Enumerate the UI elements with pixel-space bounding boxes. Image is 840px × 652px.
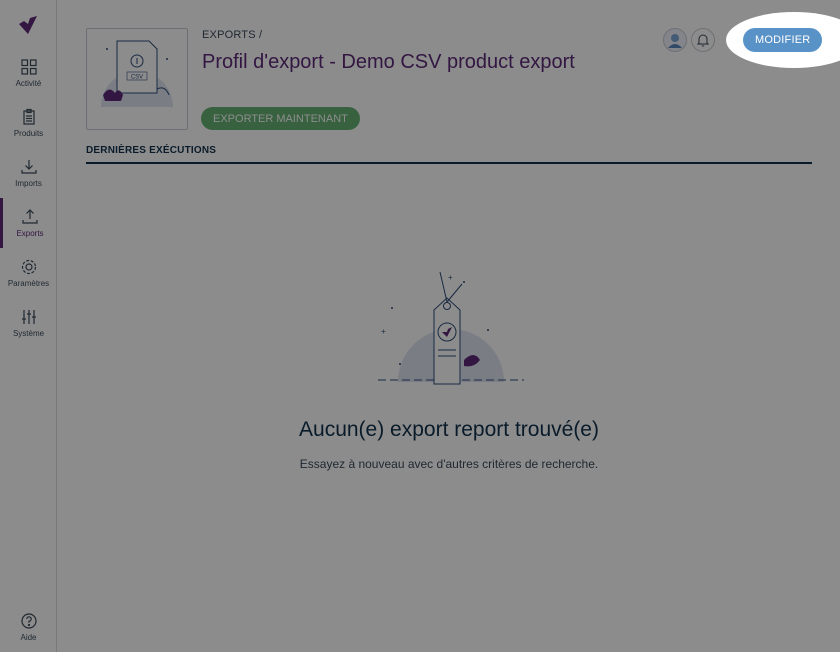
modify-button[interactable]: MODIFIER (743, 28, 823, 52)
page-title: Profil d'export - Demo CSV product expor… (202, 51, 575, 73)
sidebar-item-label: Produits (13, 129, 44, 138)
gear-icon (21, 259, 36, 275)
help-icon (20, 613, 37, 629)
clipboard-icon (22, 108, 35, 125)
sidebar-item-label: Activité (15, 79, 42, 88)
svg-text:+: + (381, 327, 386, 336)
bell-icon (696, 34, 710, 47)
sidebar-item-label: Exports (16, 229, 44, 238)
app-window: Activité Produits Imports Exports Paramè… (0, 0, 840, 652)
avatar-icon (668, 34, 682, 48)
export-now-button[interactable]: EXPORTER MAINTENANT (201, 107, 360, 130)
svg-text:+: + (448, 273, 453, 282)
sidebar-item-label: Imports (15, 179, 42, 188)
empty-state-subtitle: Essayez à nouveau avec d'autres critères… (299, 457, 599, 471)
section-title: DERNIÈRES EXÉCUTIONS (86, 145, 217, 156)
user-avatar[interactable] (663, 28, 687, 52)
thumb-csv-label: CSV (131, 75, 143, 81)
export-profile-illustration: CSV (86, 28, 188, 130)
akeneo-logo-icon[interactable] (16, 12, 40, 36)
sidebar-item-imports[interactable]: Imports (0, 148, 57, 198)
breadcrumb[interactable]: EXPORTS / (202, 29, 262, 41)
sidebar-item-parametres[interactable]: Paramètres (0, 248, 57, 298)
sidebar-item-systeme[interactable]: Système (0, 298, 57, 348)
grid-icon (20, 59, 37, 75)
main-content: CSV EXPORTS / Profil d'export - Demo CSV… (58, 0, 840, 652)
sidebar-item-exports[interactable]: Exports (0, 198, 57, 248)
section-divider (86, 162, 812, 164)
empty-state-illustration: + + + (376, 268, 553, 390)
sidebar-item-produits[interactable]: Produits (0, 98, 57, 148)
upload-icon (22, 209, 38, 224)
sidebar-item-label: Aide (20, 633, 37, 642)
notifications-button[interactable] (691, 28, 715, 52)
sidebar-item-label: Paramètres (7, 279, 50, 288)
sidebar-item-label: Système (12, 329, 45, 338)
empty-state-title: Aucun(e) export report trouvé(e) (299, 418, 599, 441)
sidebar-item-aide[interactable]: Aide (0, 602, 57, 652)
sidebar: Activité Produits Imports Exports Paramè… (0, 0, 57, 652)
sliders-icon (21, 310, 36, 324)
download-icon (20, 160, 37, 174)
sidebar-item-activite[interactable]: Activité (0, 48, 57, 98)
